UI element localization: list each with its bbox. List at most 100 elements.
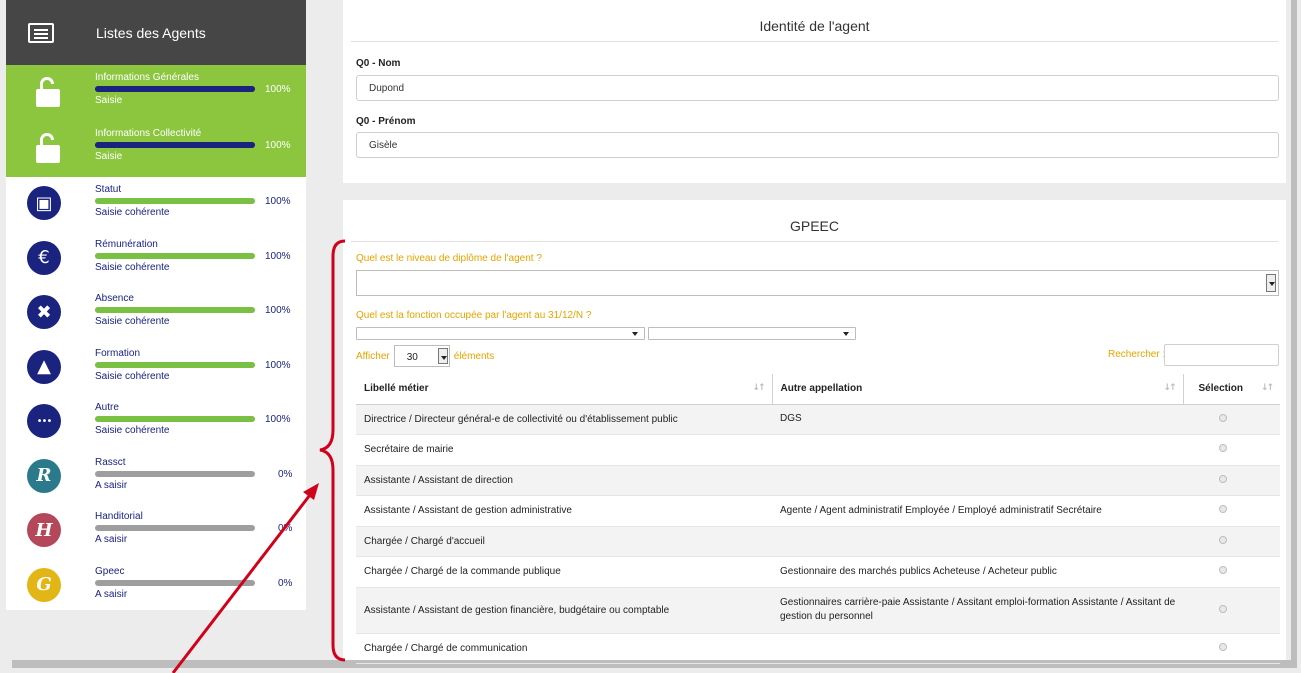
- progress-bar: [95, 252, 255, 259]
- selection-radio[interactable]: [1219, 505, 1227, 514]
- selection-cell: [1183, 465, 1280, 496]
- progress-percent: 0%: [278, 523, 293, 534]
- sidebar-item-status: Saisie cohérente: [95, 261, 170, 273]
- sidebar-item[interactable]: ✖ Absence 100% Saisie cohérente: [6, 286, 306, 341]
- diploma-select[interactable]: [356, 270, 1279, 296]
- more-icon: •••: [27, 404, 61, 438]
- sidebar-item-status: Saisie cohérente: [95, 425, 170, 436]
- column-label: Libellé métier: [364, 383, 429, 395]
- sidebar-item[interactable]: G Gpeec 0% A saisir: [6, 559, 306, 614]
- briefcase-icon: ▣: [27, 186, 61, 220]
- progress-percent: 100%: [265, 140, 291, 151]
- progress-percent: 100%: [265, 414, 291, 425]
- table-row[interactable]: Chargée / Chargé d'accueil: [356, 526, 1280, 557]
- metier-cell: Chargée / Chargé de communication: [356, 633, 772, 664]
- selection-radio[interactable]: [1219, 413, 1227, 422]
- selection-radio[interactable]: [1219, 566, 1227, 575]
- progress-bar: [95, 579, 255, 586]
- table-row[interactable]: Assistante / Assistant de gestion admini…: [356, 495, 1280, 527]
- sort-icon: ↓↑: [752, 383, 765, 393]
- progress-percent: 100%: [265, 250, 291, 262]
- sidebar-item-label: Formation: [95, 347, 141, 359]
- table-row[interactable]: Directrice / Directeur général-e de coll…: [356, 404, 1280, 435]
- sidebar-item-status: A saisir: [95, 588, 128, 600]
- progress-percent: 0%: [278, 577, 293, 589]
- progress-bar: [95, 198, 255, 204]
- autre-cell: [772, 434, 1183, 466]
- progress-percent: 100%: [265, 359, 291, 371]
- euro-icon: €: [27, 240, 61, 275]
- table-row[interactable]: Chargée / Chargé de communication: [356, 633, 1280, 664]
- sidebar-item[interactable]: € Rémunération 100% Saisie cohérente: [6, 232, 306, 287]
- selection-radio[interactable]: [1219, 474, 1227, 483]
- sidebar-item[interactable]: R Rassct 0% A saisir: [6, 450, 306, 505]
- table-row[interactable]: Assistante / Assistant de gestion financ…: [356, 587, 1280, 634]
- progress-percent: 0%: [278, 468, 293, 480]
- selection-cell: [1183, 404, 1280, 435]
- list-icon: [28, 22, 54, 43]
- column-header-metier[interactable]: Libellé métier ↓↑: [356, 374, 772, 405]
- search-input[interactable]: [1164, 344, 1279, 366]
- page-length-select[interactable]: 30: [393, 345, 450, 367]
- column-header-autre[interactable]: Autre appellation ↓↑: [771, 374, 1183, 405]
- table-row[interactable]: Assistante / Assistant de direction: [356, 465, 1280, 496]
- red-brace-annotation: [319, 239, 346, 662]
- autre-cell: Gestionnaires carrière-paie Assistante /…: [772, 587, 1183, 634]
- autre-cell: DGS: [772, 404, 1183, 435]
- sidebar-item[interactable]: Informations Collectivité 100% Saisie: [6, 121, 306, 177]
- metier-cell: Directrice / Directeur général-e de coll…: [356, 404, 772, 435]
- letter-h-icon: H: [27, 513, 61, 547]
- identity-panel: Identité de l'agent Q0 - Nom Q0 - Prénom: [343, 0, 1286, 183]
- selection-radio[interactable]: [1219, 604, 1227, 613]
- sidebar: Listes des Agents Informations Générales…: [6, 0, 306, 610]
- user-remove-icon: ✖: [27, 295, 61, 329]
- nom-input[interactable]: [356, 75, 1279, 101]
- panel-title: GPEEC: [351, 200, 1278, 242]
- selection-radio[interactable]: [1219, 444, 1227, 453]
- graduation-cap-icon: ▲: [27, 349, 61, 384]
- sidebar-item[interactable]: H Handitorial 0% A saisir: [6, 504, 306, 559]
- selection-cell: [1183, 434, 1280, 466]
- diploma-question: Quel est le niveau de diplôme de l'agent…: [356, 253, 542, 264]
- sidebar-header[interactable]: Listes des Agents: [6, 0, 306, 65]
- unlock-icon: [36, 133, 60, 163]
- sort-icon: ↓↑: [1163, 383, 1176, 393]
- table-row[interactable]: Chargée / Chargé de la commande publique…: [356, 556, 1280, 588]
- selection-cell: [1183, 495, 1280, 527]
- sidebar-item-status: Saisie cohérente: [95, 316, 170, 327]
- progress-percent: 100%: [265, 196, 291, 207]
- progress-bar: [95, 361, 255, 368]
- sidebar-item-label: Informations Générales: [95, 72, 199, 83]
- autre-cell: Gestionnaire des marchés publics Acheteu…: [772, 556, 1183, 588]
- function-subfamily-select[interactable]: [648, 327, 856, 340]
- sidebar-item-label: Statut: [95, 184, 122, 195]
- page-length-control: Afficher 30 éléments: [356, 345, 494, 367]
- chevron-down-icon: [843, 332, 849, 336]
- metiers-table: Libellé métier ↓↑ Autre appellation ↓↑ Sél…: [356, 374, 1280, 664]
- metier-cell: Secrétaire de mairie: [356, 434, 772, 466]
- letter-r-icon: R: [27, 458, 61, 493]
- panel-title: Identité de l'agent: [351, 0, 1278, 42]
- sidebar-item-status: A saisir: [95, 534, 128, 545]
- gpeec-panel: GPEEC Quel est le niveau de diplôme de l…: [343, 200, 1286, 664]
- unlock-icon: [36, 77, 60, 107]
- sidebar-item-label: Absence: [95, 293, 134, 304]
- metier-cell: Assistante / Assistant de gestion admini…: [356, 495, 772, 527]
- prenom-input[interactable]: [356, 132, 1279, 158]
- selection-cell: [1183, 587, 1280, 634]
- function-family-select[interactable]: [356, 327, 645, 340]
- sidebar-item[interactable]: ▣ Statut 100% Saisie cohérente: [6, 177, 306, 232]
- metier-cell: Assistante / Assistant de direction: [356, 465, 772, 496]
- table-row[interactable]: Secrétaire de mairie: [356, 434, 1280, 466]
- progress-bar: [95, 525, 255, 531]
- progress-percent: 100%: [265, 84, 291, 95]
- sidebar-item[interactable]: ▲ Formation 100% Saisie cohérente: [6, 341, 306, 396]
- selection-radio[interactable]: [1219, 535, 1227, 544]
- column-label: Autre appellation: [780, 383, 863, 395]
- sidebar-item[interactable]: Informations Générales 100% Saisie: [6, 65, 306, 121]
- column-header-selection[interactable]: Sélection ↓↑: [1182, 374, 1280, 405]
- selection-radio[interactable]: [1219, 642, 1227, 651]
- sidebar-item[interactable]: ••• Autre 100% Saisie cohérente: [6, 395, 306, 450]
- chevron-down-icon: [632, 332, 638, 336]
- autre-cell: Agente / Agent administratif Employée / …: [772, 495, 1183, 527]
